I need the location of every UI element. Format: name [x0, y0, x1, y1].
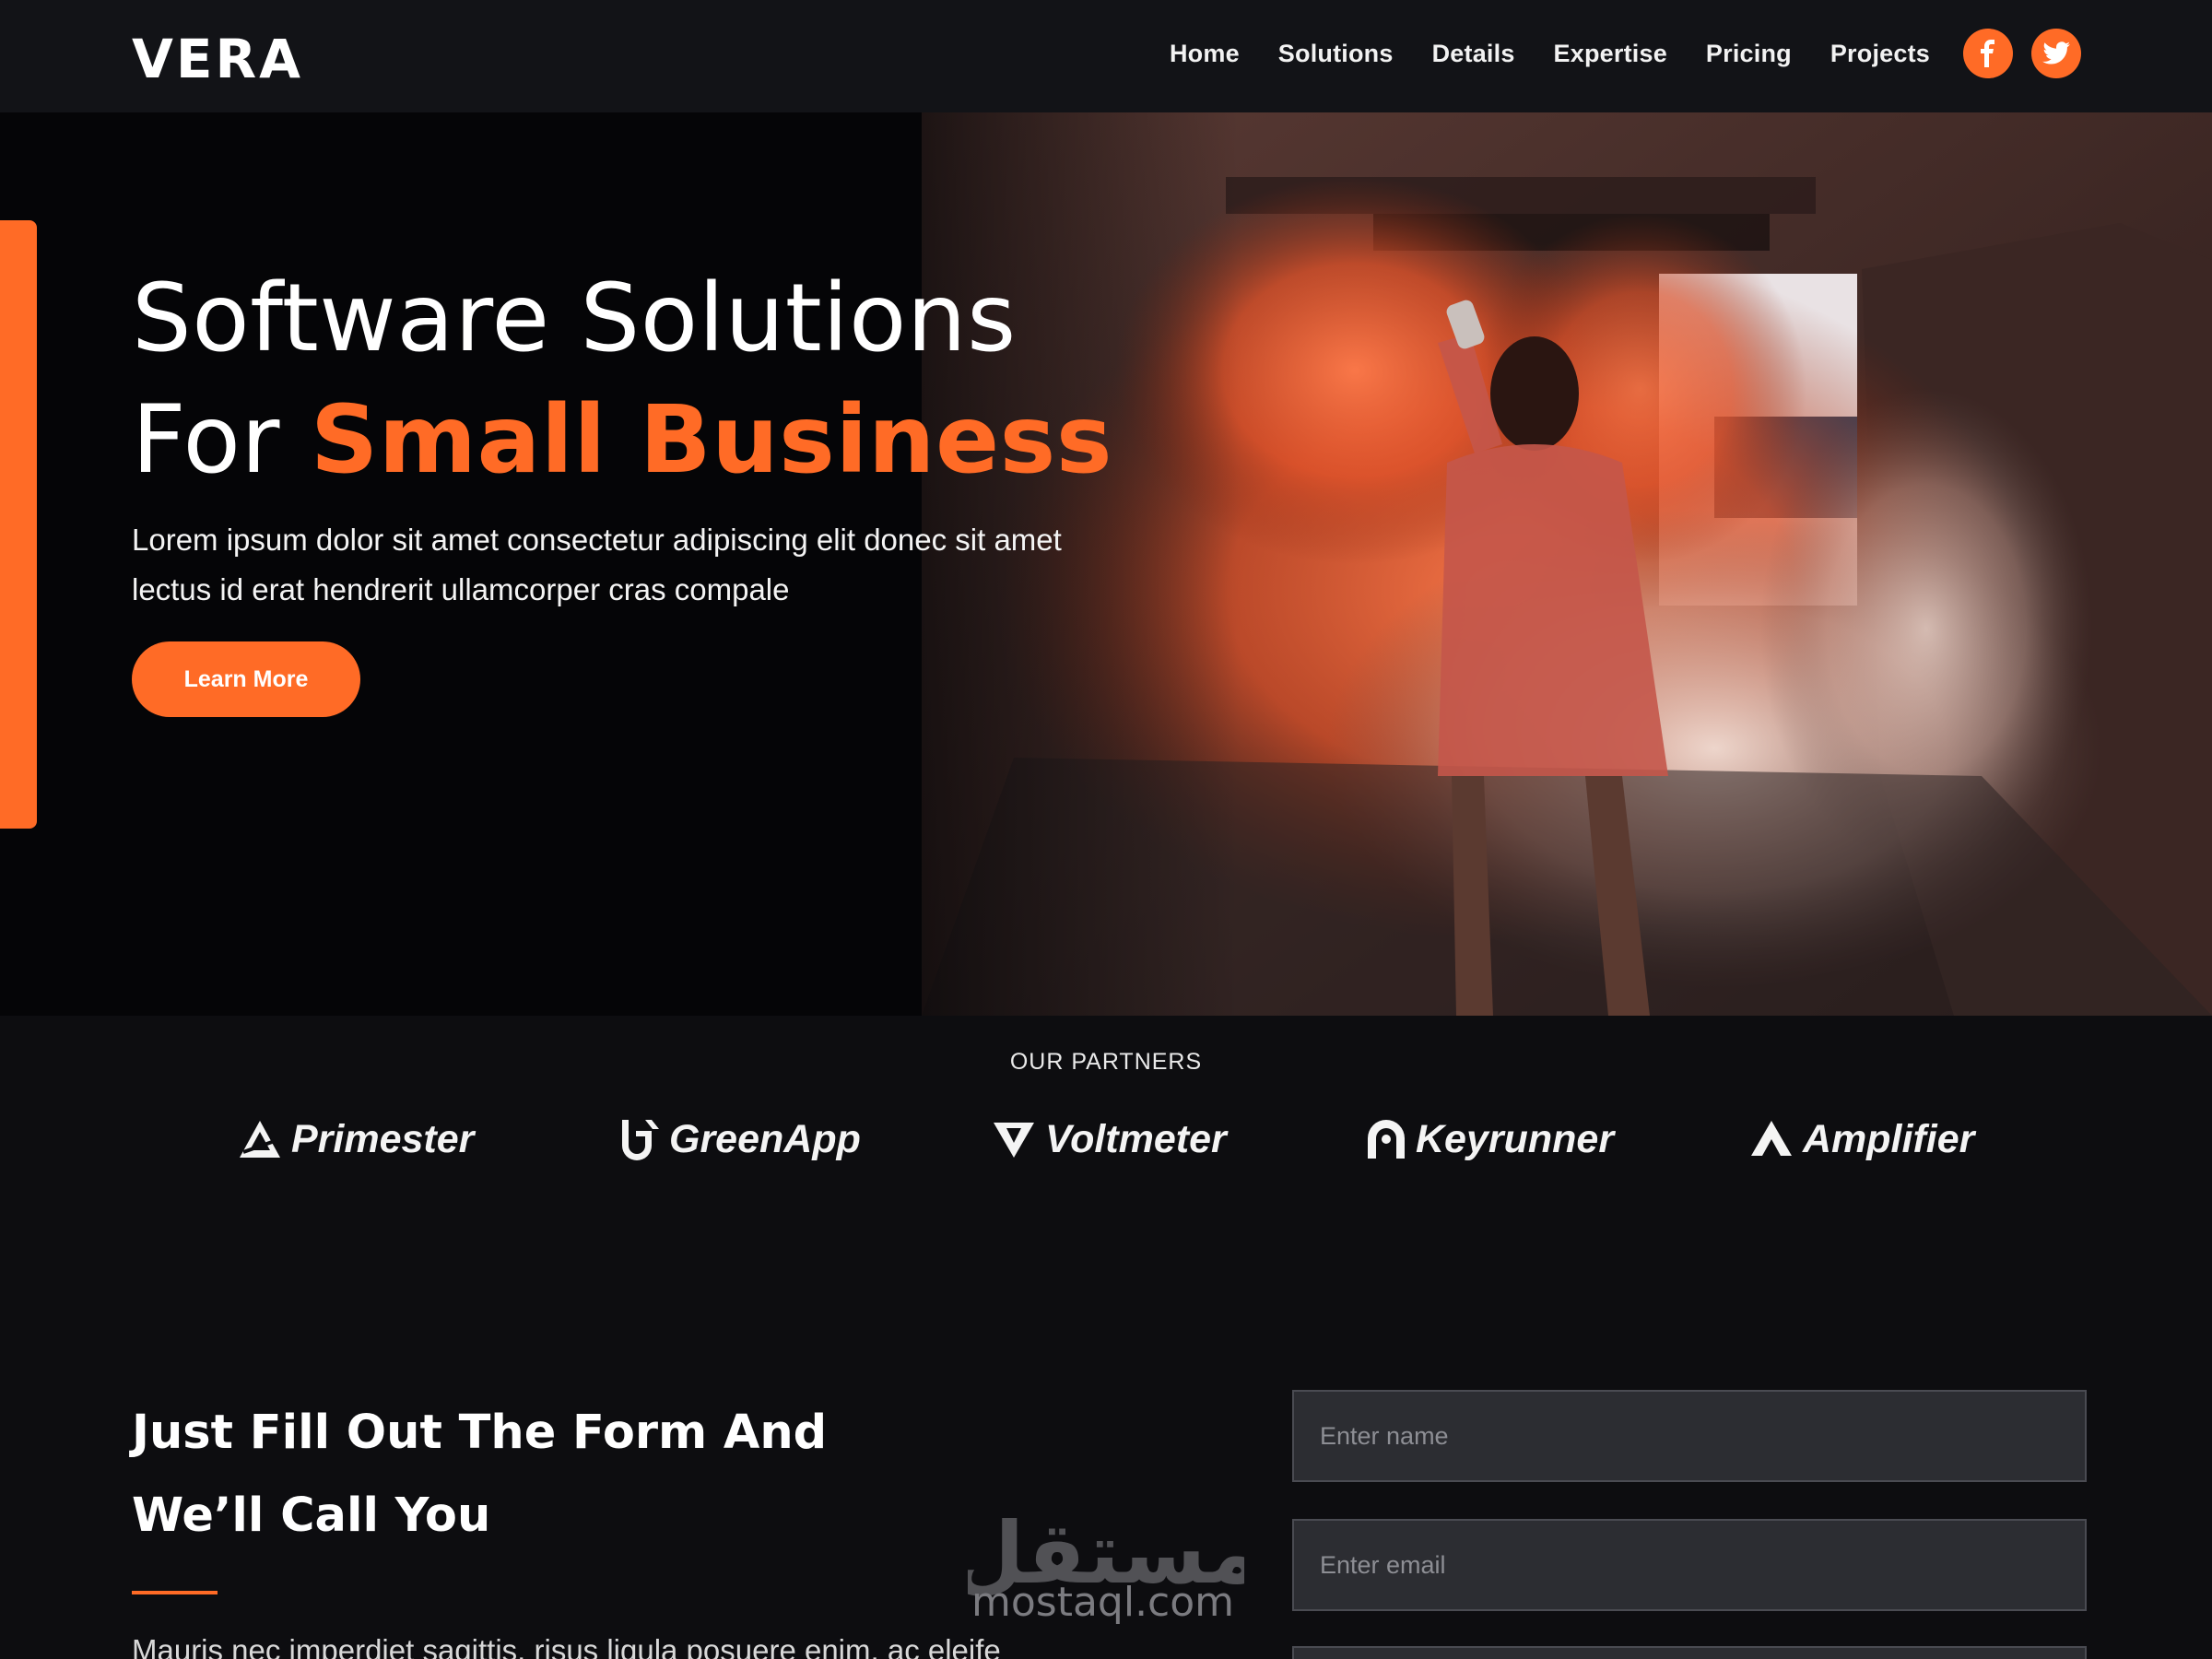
nav-item-home[interactable]: Home [1170, 40, 1240, 68]
form-heading-line1: Just Fill Out The Form And [132, 1406, 828, 1460]
hero-title-accent: Small Business [310, 385, 1113, 495]
nav-item-details[interactable]: Details [1432, 40, 1515, 68]
hero-section: Software Solutions For Small Business Lo… [0, 112, 2212, 1016]
partners-title: OUR PARTNERS [1009, 1049, 1203, 1075]
form-heading: Just Fill Out The Form And We’ll Call Yo… [132, 1392, 827, 1558]
form-heading-line2: We’ll Call You [132, 1488, 491, 1543]
nav-item-pricing[interactable]: Pricing [1706, 40, 1792, 68]
partner-primester[interactable]: Primester [238, 1112, 474, 1167]
brand-logo[interactable]: VERA [132, 28, 303, 90]
watermark-text: mostaql.com [971, 1579, 1235, 1626]
learn-more-button[interactable]: Learn More [132, 641, 360, 717]
facebook-icon[interactable] [1963, 29, 2013, 78]
keyrunner-logo-icon [1368, 1120, 1405, 1159]
partner-name: Primester [291, 1116, 475, 1161]
name-input[interactable] [1292, 1390, 2087, 1482]
email-input[interactable] [1292, 1519, 2087, 1611]
partner-voltmeter[interactable]: Voltmeter [992, 1112, 1227, 1167]
form-description: Mauris nec imperdiet sagittis, risus lig… [132, 1633, 1001, 1659]
partner-amplifier[interactable]: Amplifier [1749, 1112, 1974, 1167]
form-field-partial[interactable] [1292, 1646, 2087, 1659]
nav-item-expertise[interactable]: Expertise [1554, 40, 1667, 68]
partner-name: Voltmeter [1045, 1116, 1227, 1161]
navbar: VERA Home Solutions Details Expertise Pr… [0, 0, 2212, 112]
nav-item-solutions[interactable]: Solutions [1278, 40, 1394, 68]
partner-greenapp[interactable]: GreenApp [619, 1112, 861, 1167]
social-links [1963, 29, 2081, 78]
primester-logo-icon [240, 1121, 280, 1158]
partner-keyrunner[interactable]: Keyrunner [1366, 1112, 1614, 1167]
hero-description: Lorem ipsum dolor sit amet consectetur a… [132, 523, 1062, 606]
main-nav: Home Solutions Details Expertise Pricing… [1170, 26, 2081, 81]
partner-name: GreenApp [669, 1116, 861, 1161]
greenapp-logo-icon [622, 1120, 659, 1160]
partner-name: Amplifier [1803, 1116, 1975, 1161]
hero-title-line1: Software Solutions [132, 264, 1017, 373]
partner-name: Keyrunner [1416, 1116, 1615, 1161]
hero-title-prefix: For [132, 385, 311, 495]
amplifier-logo-icon [1751, 1121, 1792, 1156]
nav-item-projects[interactable]: Projects [1830, 40, 1930, 68]
hero-side-accent [0, 220, 37, 829]
form-heading-underline [132, 1591, 218, 1594]
twitter-icon[interactable] [2031, 29, 2081, 78]
voltmeter-logo-icon [994, 1123, 1034, 1158]
hero-title: Software Solutions For Small Business [132, 258, 1112, 501]
